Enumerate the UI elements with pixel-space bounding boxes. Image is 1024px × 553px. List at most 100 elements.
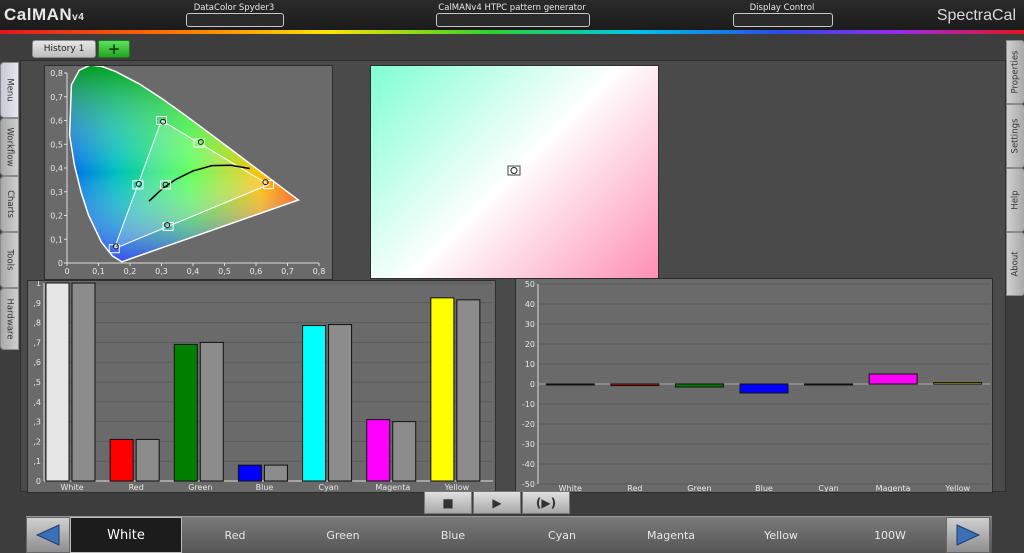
cie-x-tick-label: 0,8 — [313, 267, 326, 276]
arrow-right-icon — [956, 524, 981, 546]
lum-y-tick-label: 0 — [36, 477, 41, 486]
lum-x-tick-label: Magenta — [375, 483, 410, 492]
patch-yellow[interactable]: Yellow — [726, 517, 836, 553]
lum-bar-reference — [135, 438, 160, 482]
side-tab-workflow[interactable]: Workflow — [0, 118, 19, 176]
delta-bar — [545, 383, 595, 386]
cie-y-tick-label: 0,4 — [50, 164, 63, 173]
cie-y-tick-label: 0,2 — [50, 212, 63, 221]
cie-x-tick-label: 0,4 — [187, 267, 200, 276]
cie-x-tick-label: 0,3 — [155, 267, 168, 276]
swatch-measured-point — [510, 167, 518, 174]
patch-100w[interactable]: 100W — [836, 517, 944, 553]
lum-bar-measured — [430, 297, 455, 482]
previous-patch-button[interactable] — [26, 517, 70, 553]
source-selector[interactable] — [436, 13, 590, 27]
cie-y-tick-label: 0,5 — [50, 140, 63, 149]
lum-bar-measured — [173, 343, 198, 482]
cie-chromaticity-chart: 0 0,1 0,2 0,3 0,4 0,5 0,6 0,7 0,8 0 0,1 0,2 0,3 0,4 0,… — [50, 64, 326, 276]
measured-color-swatch — [507, 165, 521, 176]
patch-blue[interactable]: Blue — [398, 517, 508, 553]
delta-y-tick-label: 10 — [525, 360, 535, 369]
add-history-button[interactable]: + — [98, 40, 130, 58]
lum-y-tick-label: ,8 — [33, 319, 41, 328]
delta-bar — [739, 383, 789, 394]
delta-y-tick-label: 30 — [525, 320, 535, 329]
lum-y-tick-label: ,9 — [33, 299, 41, 308]
delta-y-tick-label: 40 — [525, 300, 535, 309]
luminance-chart-panel: 0 ,1 ,2 ,3 ,4 ,5 ,6 ,7 ,8 ,9 1 White Red Green Blue Cya… — [27, 279, 496, 493]
play-all-button[interactable]: (▶) — [522, 491, 570, 514]
side-tab-hardware[interactable]: Hardware — [0, 288, 19, 350]
lum-x-tick-label: Cyan — [318, 483, 338, 492]
arrow-left-icon — [35, 524, 60, 546]
play-button[interactable]: ▶ — [473, 491, 521, 514]
lum-x-tick-label: Red — [129, 483, 144, 492]
side-tab-menu[interactable]: Menu — [0, 62, 19, 118]
lum-bar-measured — [109, 438, 134, 482]
patch-magenta[interactable]: Magenta — [616, 517, 726, 553]
lum-bar-measured — [366, 419, 391, 482]
delta-y-tick-label: -10 — [522, 400, 535, 409]
delta-x-tick-label: Blue — [755, 484, 773, 492]
display-selector[interactable] — [733, 13, 833, 27]
lum-x-tick-label: White — [60, 483, 83, 492]
patch-strip: White Red Green Blue Cyan Magenta Yellow… — [26, 516, 992, 553]
lum-bar-reference — [71, 282, 96, 482]
source-label: CalMANv4 HTPC pattern generator — [438, 3, 586, 13]
lum-bar-measured — [45, 282, 70, 482]
lum-x-tick-label: Green — [188, 483, 212, 492]
patch-white[interactable]: White — [70, 517, 182, 553]
delta-y-tick-label: 0 — [530, 380, 535, 389]
lum-y-tick-label: ,3 — [33, 418, 41, 427]
side-tab-properties[interactable]: Properties — [1006, 40, 1024, 104]
app-logo: CalMANv4 — [4, 5, 85, 24]
delta-x-tick-label: Yellow — [944, 484, 970, 492]
cie-y-tick-label: 0 — [58, 259, 63, 268]
lum-bar-reference — [392, 421, 417, 482]
cie-x-tick-label: 0,1 — [92, 267, 105, 276]
cie-y-tick-label: 0,6 — [50, 117, 63, 126]
brand-name: SpectraCal — [936, 7, 1016, 24]
lum-bar-reference — [263, 464, 288, 482]
color-swatch-panel — [370, 65, 659, 279]
side-tab-help[interactable]: Help — [1006, 168, 1024, 232]
side-tab-about[interactable]: About — [1006, 232, 1024, 296]
delta-x-tick-label: Magenta — [876, 484, 911, 492]
delta-bar — [674, 383, 724, 388]
lum-y-tick-label: ,6 — [33, 358, 41, 367]
history-tab[interactable]: History 1 — [32, 40, 96, 58]
delta-bar — [868, 373, 918, 385]
meter-label: DataColor Spyder3 — [193, 3, 275, 13]
cie-y-tick-label: 0,8 — [50, 69, 63, 78]
stop-button[interactable]: ■ — [424, 491, 472, 514]
delta-y-tick-label: -30 — [522, 440, 535, 449]
rainbow-divider — [0, 30, 1024, 34]
delta-x-tick-label: Cyan — [818, 484, 838, 492]
delta-bar-chart: 50403020100-10-20-30-40-50 White Red Green B… — [522, 280, 990, 493]
side-tab-tools[interactable]: Tools — [0, 232, 19, 288]
delta-bar — [610, 383, 660, 387]
lum-bar-measured — [237, 464, 262, 482]
cie-x-tick-label: 0,6 — [250, 267, 263, 276]
side-tab-charts[interactable]: Charts — [0, 176, 19, 232]
lum-y-tick-label: 1 — [36, 281, 41, 288]
lum-bar-measured — [302, 325, 327, 482]
cie-y-tick-label: 0,7 — [50, 93, 63, 102]
patch-green[interactable]: Green — [288, 517, 398, 553]
luminance-bar-chart: 0 ,1 ,2 ,3 ,4 ,5 ,6 ,7 ,8 ,9 1 White Red Green Blue Cya… — [33, 279, 493, 492]
lum-bar-reference — [456, 299, 481, 482]
side-tab-settings[interactable]: Settings — [1006, 104, 1024, 168]
cie-x-tick-label: 0 — [64, 267, 69, 276]
next-patch-button[interactable] — [946, 517, 990, 553]
display-label: Display Control — [749, 3, 815, 13]
patch-cyan[interactable]: Cyan — [508, 517, 616, 553]
delta-x-tick-label: Red — [627, 484, 642, 492]
lum-bar-reference — [328, 324, 353, 482]
lum-y-tick-label: ,7 — [33, 338, 41, 347]
meter-selector[interactable] — [186, 13, 284, 27]
lum-bar-reference — [199, 341, 224, 482]
delta-chart-panel: 50 40 30 20 10 0 -10 -20 -30 -40 -50 White Red Green B… — [515, 278, 993, 493]
cie-y-tick-label: 0,1 — [50, 235, 63, 244]
patch-red[interactable]: Red — [182, 517, 288, 553]
